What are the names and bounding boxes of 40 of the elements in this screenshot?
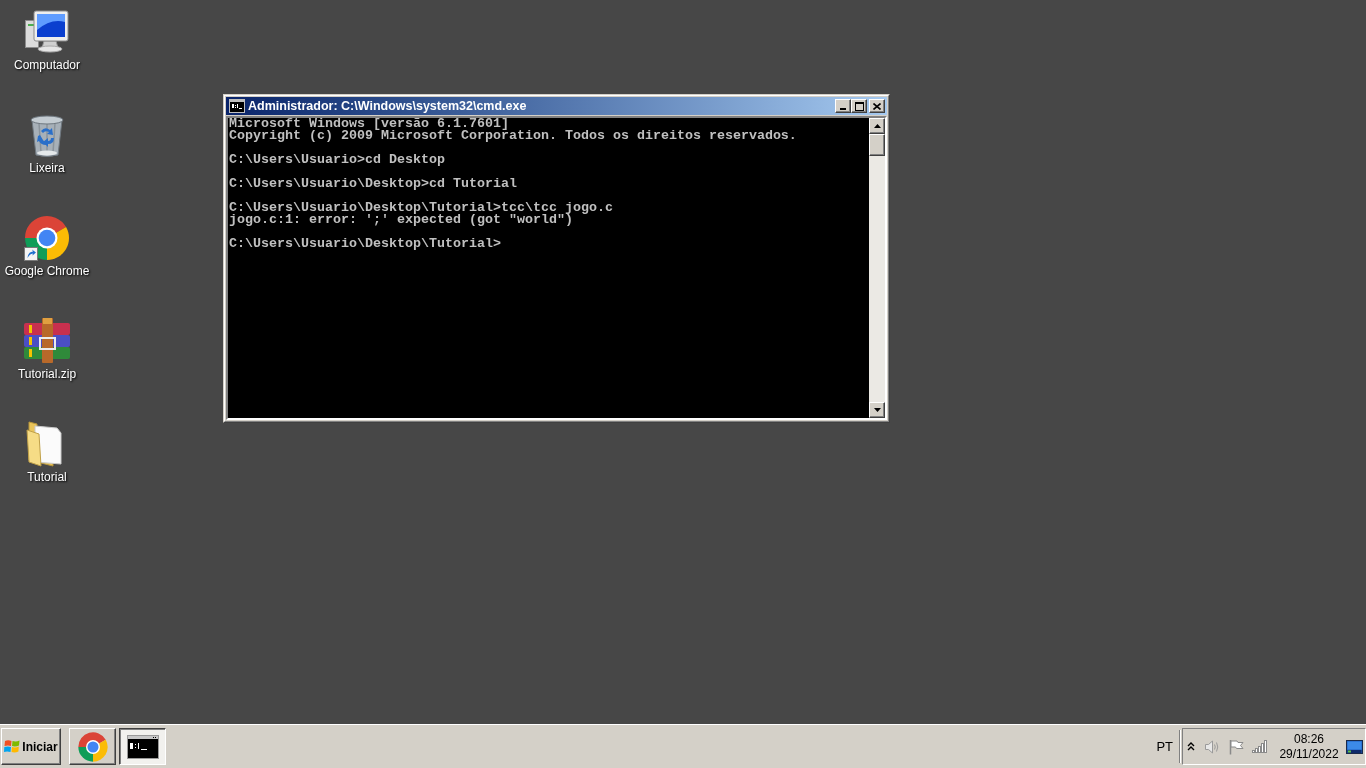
console-line: C:\Users\Usuario\Desktop>cd Tutorial <box>229 178 517 190</box>
chevron-icon[interactable] <box>1187 742 1195 751</box>
archive-books-icon[interactable] <box>23 317 71 365</box>
icon-label[interactable]: Tutorial <box>27 470 67 484</box>
flag-icon[interactable] <box>1228 738 1244 755</box>
close-button[interactable] <box>869 99 885 113</box>
icon-label[interactable]: Google Chrome <box>4 264 90 278</box>
windows-flag-icon <box>4 739 21 754</box>
chrome-icon[interactable] <box>23 214 71 262</box>
monitor-icon[interactable] <box>1346 739 1363 754</box>
scroll-down-button[interactable] <box>869 402 885 418</box>
up-arrow-icon <box>873 124 881 128</box>
icon-label[interactable]: Computador <box>13 58 80 72</box>
maximize-icon <box>854 101 864 111</box>
close-icon <box>873 102 881 110</box>
console-line: Copyright (c) 2009 Microsoft Corporation. Todos os direitos reservados. <box>229 130 797 142</box>
console-line: C:\Users\Usuario\Desktop\Tutorial> <box>229 238 501 250</box>
maximize-button[interactable] <box>851 99 867 113</box>
scrollbar[interactable] <box>869 118 885 418</box>
minimize-button[interactable] <box>835 99 851 113</box>
clock-date[interactable]: 29/11/2022 <box>1279 746 1339 762</box>
language-indicator[interactable]: PT <box>1156 736 1173 757</box>
minimize-icon <box>840 108 846 110</box>
computer-icon[interactable] <box>23 8 71 56</box>
clock-time[interactable]: 08:26 <box>1294 731 1324 747</box>
taskbar-button[interactable] <box>119 728 166 765</box>
window-title: Administrador: C:\Windows\system32\cmd.exe <box>248 98 527 114</box>
scroll-up-button[interactable] <box>869 118 885 134</box>
console-line: C:\Users\Usuario>cd Desktop <box>229 154 445 166</box>
icon-label[interactable]: Tutorial.zip <box>17 367 77 381</box>
chrome-icon <box>76 730 109 763</box>
scroll-thumb[interactable] <box>869 134 885 156</box>
start-button[interactable]: Iniciar <box>1 728 61 765</box>
console-icon <box>126 734 159 759</box>
console-line: jogo.c:1: error: ';' expected (got "world") <box>229 214 573 226</box>
console-icon[interactable] <box>229 99 245 113</box>
signal-bars-icon[interactable] <box>1252 740 1269 753</box>
down-arrow-icon <box>873 408 881 412</box>
icon-label[interactable]: Lixeira <box>29 161 65 175</box>
console-line: C:\Users\Usuario\Desktop\Tutorial>tcc\tcc jogo.c <box>229 202 613 214</box>
